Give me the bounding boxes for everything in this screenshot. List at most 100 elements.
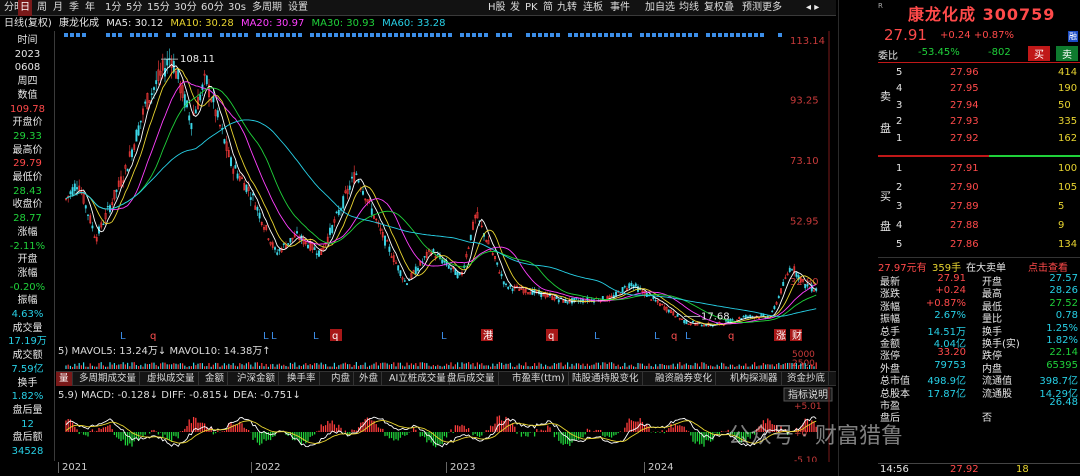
sidebar-item-24: 7.59亿 (0, 364, 55, 376)
sidebar-item-2: 0608 (0, 62, 55, 74)
indicator-tab-10[interactable]: 市盈率(ttm) (509, 372, 569, 386)
tool-tab-3[interactable]: 简 (543, 0, 553, 16)
stock-title: 康龙化成 300759 (908, 1, 1055, 25)
sell-vol-0: 414 (1058, 67, 1077, 78)
buy-button[interactable]: 买 (1028, 46, 1050, 61)
sell-price-1: 27.95 (950, 83, 979, 94)
macd-info: 5.9) MACD: -0.128↓ DIFF: -0.815↓ DEA: -0… (58, 390, 301, 401)
tool-tab-9[interactable]: 复权 (704, 0, 724, 16)
tool-tab-2[interactable]: PK (525, 0, 538, 16)
buy-price-3: 27.88 (950, 220, 979, 231)
indicator-tab-6[interactable]: 内盘 (328, 372, 354, 386)
event-marker-3: L (271, 331, 277, 342)
ma20-line (66, 82, 816, 324)
bigline-text: 在大卖单 (966, 259, 1006, 274)
tool-tab-0[interactable]: H股 (488, 0, 506, 16)
buy-vol-2: 5 (1058, 201, 1064, 212)
indicator-tab-4[interactable]: 沪深金额 (234, 372, 279, 386)
indicator-tab-14[interactable]: 资金抄底 (784, 372, 829, 386)
sell-side-label: 卖 (880, 88, 891, 104)
sell-button[interactable]: 卖 (1056, 46, 1078, 61)
period-tab-13[interactable]: 设置 (286, 0, 310, 16)
sidebar-item-3: 周四 (0, 76, 55, 88)
tool-tab-7[interactable]: 加自选 (645, 0, 675, 16)
sell-price-4: 27.92 (950, 133, 979, 144)
tool-tab-10[interactable]: 叠 (724, 0, 734, 16)
sidebar-item-12: 收盘价 (0, 199, 55, 211)
period-tab-10[interactable]: 60分 (199, 0, 226, 16)
period-tab-1[interactable]: 日 (18, 0, 32, 16)
sidebar-item-8: 最高价 (0, 145, 55, 157)
buy-side-label: 买 (880, 188, 891, 204)
indicator-tab-7[interactable]: 外盘 (356, 372, 382, 386)
stat-value2-10: 26.48 (1028, 397, 1078, 408)
ma60-label: MA60: 33.28 (382, 18, 445, 29)
event-marker-2: L (263, 331, 269, 342)
event-marker-15: 财 (792, 329, 802, 342)
indicator-help-button[interactable]: 指标说明 (788, 388, 828, 401)
sidebar-item-21: 成交量 (0, 323, 55, 335)
price: 27.91 (884, 26, 927, 44)
tool-tab-1[interactable]: 发 (510, 0, 520, 16)
event-marker-9: L (594, 331, 600, 342)
indicator-tab-11[interactable]: 陆股通持股变化 (569, 372, 643, 386)
macd-chart[interactable]: 5.9) MACD: -0.128↓ DIFF: -0.815↓ DEA: -0… (56, 387, 836, 462)
period-tab-7[interactable]: 5分 (124, 0, 144, 16)
kline-chart[interactable]: 113.1493.2573.1052.9532.80108.1117.68L q L… (56, 31, 836, 343)
ma10-line (66, 69, 816, 325)
indicator-tab-3[interactable]: 金额 (202, 372, 228, 386)
stat-value2-6: 22.14 (1028, 347, 1078, 358)
indicator-tab-5[interactable]: 换手率 (284, 372, 320, 386)
stat-value2-4: 1.25% (1028, 323, 1078, 334)
sell-level-3: 2 (896, 116, 902, 127)
indicator-tab-1[interactable]: 多周期成交量 (76, 372, 140, 386)
period-tab-12[interactable]: 多周期 (250, 0, 284, 16)
indicator-tab-13[interactable]: 机构探测器 (727, 372, 782, 386)
period-tab-3[interactable]: 月 (51, 0, 65, 16)
bigline-link[interactable]: 点击查看 (1028, 259, 1068, 274)
indicator-tab-9[interactable]: 盘后成交量 (444, 372, 499, 386)
y-tick-0: 113.14 (790, 36, 825, 47)
tick-vol: 18 (1016, 464, 1029, 475)
indicator-tab-2[interactable]: 虚拟成交量 (144, 372, 199, 386)
indicator-tab-0[interactable]: 量 (56, 372, 73, 386)
tool-tab-5[interactable]: 连板 (583, 0, 603, 16)
tool-tab-4[interactable]: 九转 (557, 0, 577, 16)
event-marker-0: L (120, 331, 126, 342)
buy-vol-4: 134 (1058, 239, 1077, 250)
period-tab-4[interactable]: 季 (67, 0, 81, 16)
period-tab-5[interactable]: 年 (83, 0, 97, 16)
period-tab-8[interactable]: 15分 (145, 0, 172, 16)
period-toolbar: 分时日周月季年 1分 5分 15分 30分 60分 30s 多周期 设置 H股发 PK 简九转 连板 事件… (0, 0, 836, 16)
volume-chart[interactable]: 5) MAVOL5: 13.24万↓ MAVOL10: 14.38万↑50002… (56, 343, 836, 371)
sell-level-0: 5 (896, 67, 902, 78)
period-tab-9[interactable]: 30分 (172, 0, 199, 16)
indicator-tab-12[interactable]: 融资融券变化 (652, 372, 716, 386)
low-label: 17.68 (701, 311, 730, 322)
event-marker-7: 港 (483, 330, 493, 342)
buy-price-4: 27.86 (950, 239, 979, 250)
tool-tab-6[interactable]: 事件 (610, 0, 630, 16)
stat-value2-7: 65395 (1028, 360, 1078, 371)
sidebar-item-27: 盘后量 (0, 405, 55, 417)
sidebar-item-4: 数值 (0, 90, 55, 102)
period-tab-6[interactable]: 1分 (103, 0, 123, 16)
event-marker-13: q (728, 331, 734, 342)
chart-type-label: 日线(复权) (4, 18, 52, 29)
sidebar-item-23: 成交额 (0, 350, 55, 362)
nav-arrows-icon[interactable]: ◂ ▸ (806, 0, 819, 16)
sell-level-1: 4 (896, 83, 902, 94)
period-tab-11[interactable]: 30s (226, 0, 248, 16)
event-marker-8: q (548, 331, 554, 342)
sidebar-item-30: 34528 (0, 446, 55, 458)
watermark: 公众号 · 财富猎鲁 (728, 418, 903, 450)
period-tab-2[interactable]: 周 (35, 0, 49, 16)
tool-tab-8[interactable]: 均线 (679, 0, 699, 16)
tool-tab-11[interactable]: 预测 (742, 0, 762, 16)
indicator-tab-8[interactable]: AI立桩成交量 (386, 372, 450, 386)
tool-tab-12[interactable]: 更多 (762, 0, 782, 16)
ma5-line (66, 64, 816, 325)
sidebar-item-16: 开盘 (0, 254, 55, 266)
sell-vol-1: 190 (1058, 83, 1077, 94)
bigline-qty: 359手 (932, 259, 961, 274)
